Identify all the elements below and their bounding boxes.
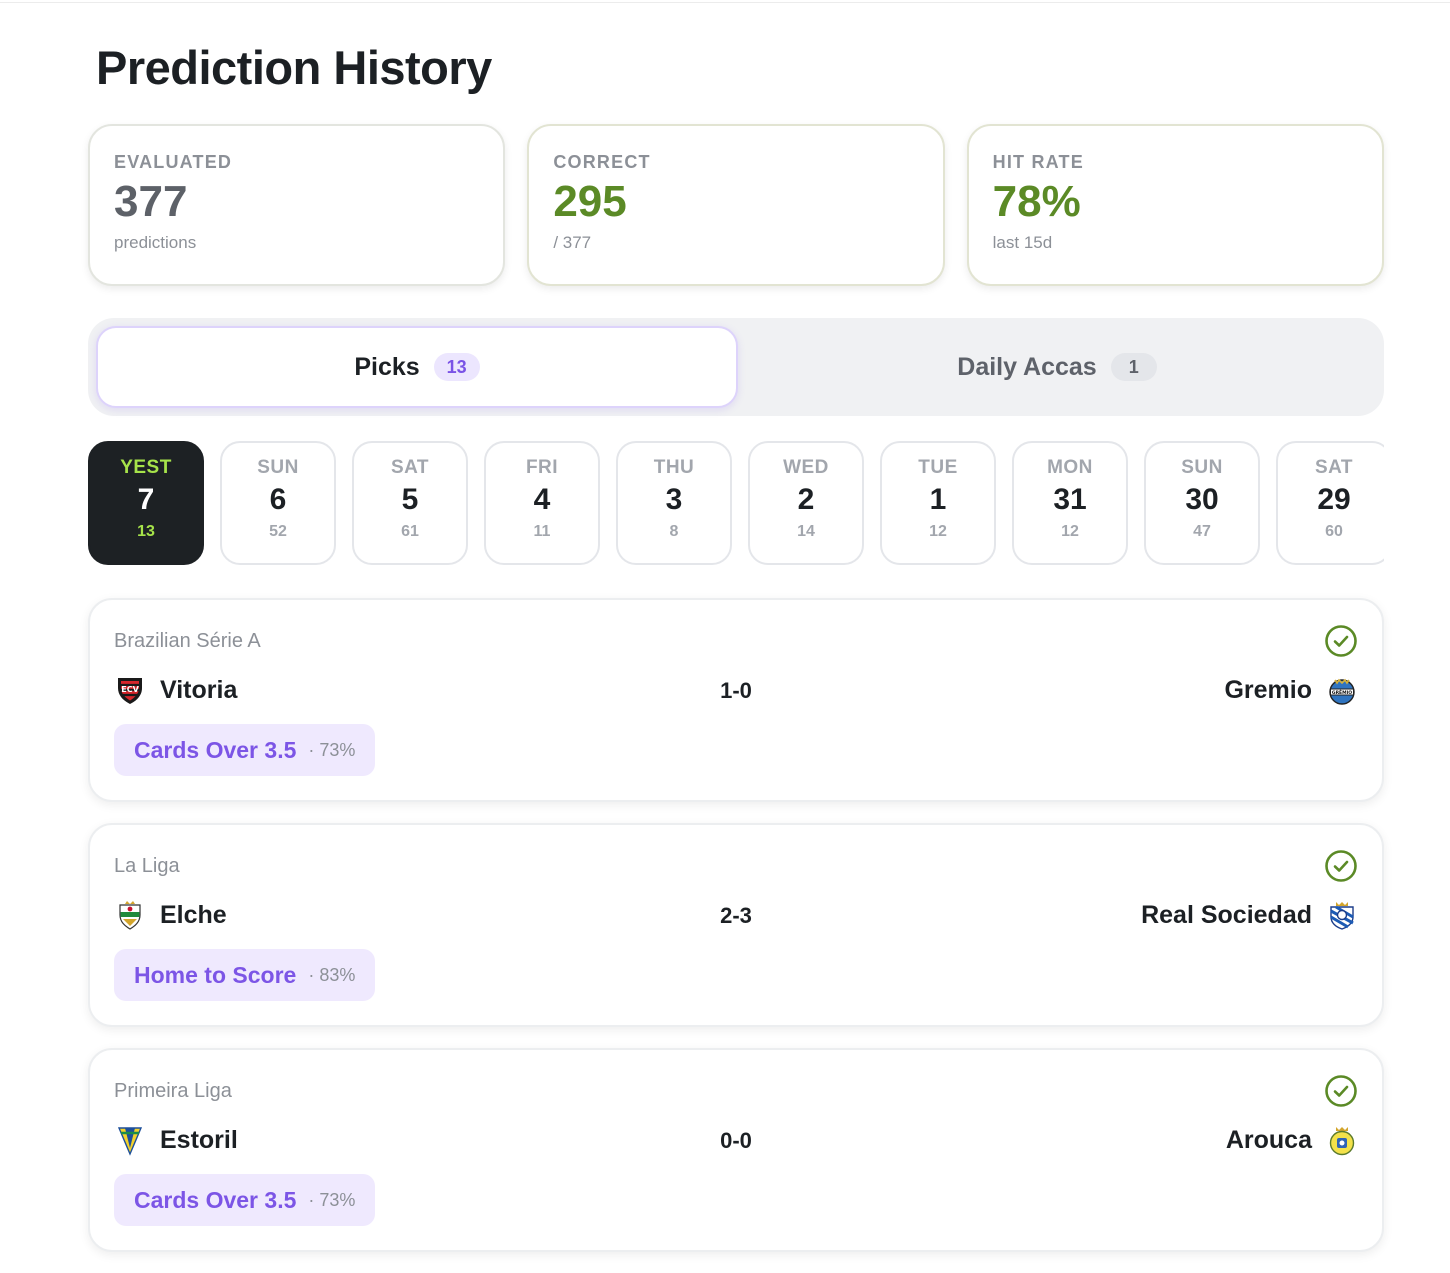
- day-yest[interactable]: YEST 7 13: [88, 441, 204, 565]
- match-card[interactable]: Primeira Liga Estoril 0-0 Arouca Cards O…: [88, 1048, 1384, 1252]
- pick-pill: Cards Over 3.5 · 73%: [114, 1174, 376, 1226]
- day-mon-31[interactable]: MON 31 12: [1012, 441, 1128, 565]
- day-count: 12: [929, 523, 947, 540]
- day-wed-2[interactable]: WED 2 14: [748, 441, 864, 565]
- stat-card-hit-rate: HIT RATE 78% last 15d: [966, 124, 1384, 286]
- stat-sub: last 15d: [992, 233, 1053, 252]
- day-name: SAT: [1314, 457, 1354, 478]
- gremio-crest-icon: GRÊMIO: [1329, 678, 1355, 705]
- day-sun-6[interactable]: SUN 6 52: [220, 441, 336, 565]
- day-count: 12: [1061, 523, 1079, 540]
- stat-card-correct: CORRECT 295 / 377: [527, 124, 945, 286]
- league-name: La Liga: [114, 855, 180, 877]
- pick-confidence: · 73%: [308, 1189, 356, 1210]
- day-name: SUN: [257, 457, 299, 478]
- day-name: WED: [783, 457, 829, 478]
- tab-daily-accas[interactable]: Daily Accas 1: [738, 326, 1376, 408]
- check-icon: [1325, 850, 1357, 882]
- day-name: SAT: [390, 457, 430, 478]
- tab-label: Picks: [354, 352, 420, 381]
- day-count: 52: [269, 523, 287, 540]
- league-name: Primeira Liga: [114, 1080, 232, 1102]
- day-number: 31: [1053, 483, 1087, 516]
- tab-label: Daily Accas: [957, 352, 1097, 381]
- match-list: Brazilian Série A ECV Vitoria 1-0 Gremio: [88, 598, 1384, 1273]
- match-score: 1-0: [720, 678, 752, 703]
- day-number: 6: [269, 483, 287, 516]
- stat-label: HIT RATE: [992, 152, 1084, 172]
- pick-label: Home to Score: [134, 961, 297, 988]
- pick-pill: Home to Score · 83%: [114, 949, 376, 1001]
- check-icon: [1325, 625, 1357, 657]
- tab-picks[interactable]: Picks 13: [96, 326, 738, 408]
- away-team-name: Real Sociedad: [1141, 900, 1312, 929]
- day-tue-1[interactable]: TUE 1 12: [880, 441, 996, 565]
- day-name: TUE: [918, 457, 958, 478]
- page-title: Prediction History: [96, 41, 492, 94]
- day-number: 2: [797, 483, 815, 516]
- day-name: YEST: [120, 457, 172, 478]
- real-sociedad-crest-icon: [1330, 902, 1354, 930]
- stat-value: 377: [114, 177, 188, 226]
- day-number: 3: [665, 483, 683, 516]
- day-name: SUN: [1181, 457, 1223, 478]
- pick-label: Cards Over 3.5: [134, 736, 297, 763]
- away-team-name: Gremio: [1224, 675, 1312, 704]
- check-icon: [1325, 1075, 1357, 1107]
- away-team: Arouca: [1226, 1124, 1358, 1156]
- match-card[interactable]: Brazilian Série A ECV Vitoria 1-0 Gremio: [88, 598, 1384, 802]
- day-selector: YEST 7 13 SUN 6 52 SAT 5 61 FRI 4 11 THU…: [88, 441, 1384, 567]
- day-count: 14: [797, 523, 815, 540]
- day-name: FRI: [525, 457, 559, 478]
- pick-confidence: · 73%: [308, 739, 356, 760]
- arouca-crest-icon: [1329, 1127, 1355, 1156]
- away-team: Real Sociedad: [1141, 899, 1358, 931]
- tab-count-badge: 1: [1110, 353, 1157, 381]
- away-team-name: Arouca: [1225, 1125, 1312, 1154]
- day-name: MON: [1047, 457, 1093, 478]
- top-divider: [0, 2, 1450, 3]
- pick-confidence: · 83%: [308, 964, 356, 985]
- day-number: 7: [137, 483, 155, 516]
- stat-value: 78%: [992, 177, 1081, 226]
- tab-bar: Picks 13 Daily Accas 1: [88, 318, 1384, 416]
- day-count: 61: [401, 523, 419, 540]
- league-name: Brazilian Série A: [114, 630, 261, 652]
- stat-value: 295: [553, 177, 627, 226]
- match-score: 0-0: [720, 1128, 752, 1153]
- stat-label: EVALUATED: [114, 152, 233, 172]
- pick-pill: Cards Over 3.5 · 73%: [114, 724, 376, 776]
- day-count: 60: [1325, 523, 1343, 540]
- day-number: 29: [1317, 483, 1351, 516]
- day-number: 4: [533, 483, 551, 516]
- day-number: 1: [929, 483, 947, 516]
- pick-label: Cards Over 3.5: [134, 1186, 297, 1213]
- day-sat-5[interactable]: SAT 5 61: [352, 441, 468, 565]
- day-count: 8: [669, 523, 679, 540]
- tab-count-badge: 13: [433, 353, 480, 381]
- stats-row: EVALUATED 377 predictions CORRECT 295 / …: [88, 124, 1384, 286]
- stat-sub: / 377: [553, 233, 592, 252]
- stat-sub: predictions: [114, 233, 197, 252]
- match-card[interactable]: La Liga Elche 2-3 Real Sociedad Home to …: [88, 823, 1384, 1027]
- day-number: 5: [401, 483, 419, 516]
- day-thu-3[interactable]: THU 3 8: [616, 441, 732, 565]
- day-fri-4[interactable]: FRI 4 11: [484, 441, 600, 565]
- day-count: 11: [533, 523, 551, 540]
- day-count: 47: [1193, 523, 1211, 540]
- day-sat-29[interactable]: SAT 29 60: [1276, 441, 1384, 565]
- away-team: Gremio GRÊMIO: [1224, 674, 1358, 706]
- stat-label: CORRECT: [553, 152, 651, 172]
- day-sun-30[interactable]: SUN 30 47: [1144, 441, 1260, 565]
- stat-card-evaluated: EVALUATED 377 predictions: [88, 124, 506, 286]
- day-count: 13: [137, 523, 155, 540]
- day-name: THU: [653, 457, 695, 478]
- day-number: 30: [1185, 483, 1219, 516]
